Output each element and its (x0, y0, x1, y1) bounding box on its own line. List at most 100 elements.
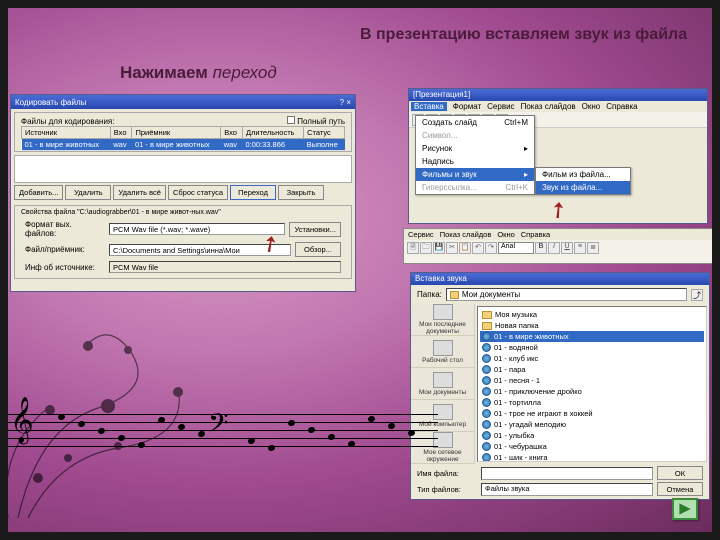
source-info-label: Инф об источнике: (25, 263, 105, 272)
place-computer[interactable]: Мой компьютер (411, 400, 474, 432)
menu-tools[interactable]: Сервис (408, 230, 434, 239)
toolbar-icon[interactable]: 💾 (433, 242, 445, 254)
format-select[interactable]: PCM Wav file (*.wav; *.wave) (109, 223, 285, 235)
ok-button[interactable]: ОК (657, 466, 703, 480)
list-item-audio[interactable]: 01 - водяной (480, 342, 704, 353)
list-item-audio[interactable]: 01 - тортилла (480, 397, 704, 408)
list-item-audio[interactable]: 01 - песня - 1 (480, 375, 704, 386)
menu-help[interactable]: Справка (521, 230, 550, 239)
full-path-checkbox[interactable]: Полный путь (287, 116, 345, 126)
toolbar-icon[interactable]: 🗎 (407, 242, 419, 254)
list-item-audio[interactable]: 01 - клуб икс (480, 353, 704, 364)
browse-button[interactable]: Обзор... (295, 242, 341, 257)
heading-left-plain: Нажимаем (120, 63, 213, 82)
place-network[interactable]: Мое сетевое окружение (411, 432, 474, 464)
reset-status-button[interactable]: Сброс статуса (168, 185, 228, 200)
list-item-audio[interactable]: 01 - приключение дройко (480, 386, 704, 397)
align-icon[interactable]: ≣ (587, 242, 599, 254)
menu-item-textbox[interactable]: Надпись (416, 155, 534, 168)
toolbar-icon[interactable]: ↶ (472, 242, 484, 254)
col-3[interactable]: Вхо (221, 127, 243, 139)
insert-sound-dialog: Вставка звука Папка: Мои документы ⤴ Мои… (410, 272, 710, 500)
close-button[interactable]: Закрыть (278, 185, 324, 200)
menu-slideshow[interactable]: Показ слайдов (521, 102, 576, 111)
toolbar-icon[interactable]: 📋 (459, 242, 471, 254)
menu-tools[interactable]: Сервис (487, 102, 514, 111)
convert-button[interactable]: Переход (230, 185, 276, 200)
folder-icon (482, 322, 492, 330)
heading-left: Нажимаем переход (120, 63, 277, 83)
menu-window[interactable]: Окно (497, 230, 514, 239)
filetype-label: Тип файлов: (417, 485, 477, 494)
col-4[interactable]: Длительность (242, 127, 303, 139)
italic-icon[interactable]: I (548, 242, 560, 254)
filetype-select[interactable]: Файлы звука (481, 483, 653, 496)
encoder-window: Кодировать файлы ? × Файлы для кодирован… (10, 94, 356, 292)
add-button[interactable]: Добавить... (14, 185, 63, 200)
filename-field[interactable] (481, 467, 653, 480)
menu-window[interactable]: Окно (582, 102, 601, 111)
next-slide-button[interactable] (672, 498, 698, 520)
ppt-menu-window: [Презентация1] Вставка Формат Сервис Пок… (408, 88, 708, 224)
col-2[interactable]: Приёмник (132, 127, 221, 139)
movies-sounds-submenu: Фильм из файла... Звук из файла... (535, 167, 631, 195)
look-in-select[interactable]: Мои документы (446, 288, 687, 301)
network-icon (433, 432, 453, 448)
place-recent[interactable]: Мои последние документы (411, 304, 474, 336)
list-item-audio[interactable]: 01 - улыбка (480, 430, 704, 441)
font-select[interactable]: Arial (498, 242, 534, 254)
encoder-titlebar: Кодировать файлы ? × (11, 95, 355, 109)
col-0[interactable]: Источник (22, 127, 111, 139)
list-item-audio[interactable]: 01 - в мире животных (480, 331, 704, 342)
menu-help[interactable]: Справка (606, 102, 637, 111)
menu-format[interactable]: Формат (453, 102, 481, 111)
list-item-audio[interactable]: 01 - трое не играют в хоккей (480, 408, 704, 419)
music-note-icon (367, 415, 375, 423)
dialog-title: Вставка звука (415, 274, 467, 283)
col-1[interactable]: Вхо (110, 127, 132, 139)
window-controls-icon[interactable]: ? × (340, 98, 351, 107)
submenu-movie-from-file[interactable]: Фильм из файла... (536, 168, 630, 181)
place-documents[interactable]: Мои документы (411, 368, 474, 400)
audio-icon (482, 409, 491, 418)
toolbar-icon[interactable]: ↷ (485, 242, 497, 254)
list-item-audio[interactable]: 01 - пара (480, 364, 704, 375)
list-item-audio[interactable]: 01 - угадай мелодию (480, 419, 704, 430)
place-desktop[interactable]: Рабочий стол (411, 336, 474, 368)
toolbar-icon[interactable]: 🗀 (420, 242, 432, 254)
table-row[interactable]: 01 - в мире животных wav 01 - в мире жив… (22, 139, 345, 151)
submenu-sound-from-file[interactable]: Звук из файла... (536, 181, 630, 194)
list-item-folder[interactable]: Новая папка (480, 320, 704, 331)
music-note-icon (117, 434, 125, 442)
audio-icon (482, 343, 491, 352)
align-icon[interactable]: ≡ (574, 242, 586, 254)
menu-slideshow[interactable]: Показ слайдов (440, 230, 492, 239)
ppt-menubar: Вставка Формат Сервис Показ слайдов Окно… (409, 101, 707, 112)
audio-icon (482, 453, 491, 462)
music-note-icon (77, 420, 85, 428)
bold-icon[interactable]: B (535, 242, 547, 254)
file-list[interactable]: Моя музыкаНовая папка01 - в мире животны… (477, 306, 707, 462)
delete-button[interactable]: Удалить (65, 185, 111, 200)
list-item-folder[interactable]: Моя музыка (480, 309, 704, 320)
menu-item-symbol[interactable]: Символ... (416, 129, 534, 142)
delete-all-button[interactable]: Удалить всё (113, 185, 166, 200)
list-item-audio[interactable]: 01 - шик - книга (480, 452, 704, 462)
audio-icon (482, 442, 491, 451)
menu-item-picture[interactable]: Рисунок▸ (416, 142, 534, 155)
col-5[interactable]: Статус (304, 127, 345, 139)
menu-item-movies-sounds[interactable]: Фильмы и звук▸ (416, 168, 534, 181)
menu-item-hyperlink[interactable]: Гиперссылка...Ctrl+K (416, 181, 534, 194)
clock-icon (433, 304, 453, 320)
music-note-icon (177, 423, 185, 431)
menu-insert[interactable]: Вставка (411, 102, 447, 111)
toolbar-icon[interactable]: ✂ (446, 242, 458, 254)
underline-icon[interactable]: U (561, 242, 573, 254)
computer-icon (433, 404, 453, 420)
up-folder-icon[interactable]: ⤴ (691, 289, 703, 301)
places-bar: Мои последние документы Рабочий стол Мои… (411, 304, 475, 464)
list-item-audio[interactable]: 01 - чебурашка (480, 441, 704, 452)
menu-item-new-slide[interactable]: Создать слайдCtrl+M (416, 116, 534, 129)
cancel-button[interactable]: Отмена (657, 482, 703, 496)
settings-button[interactable]: Установки... (289, 222, 341, 237)
